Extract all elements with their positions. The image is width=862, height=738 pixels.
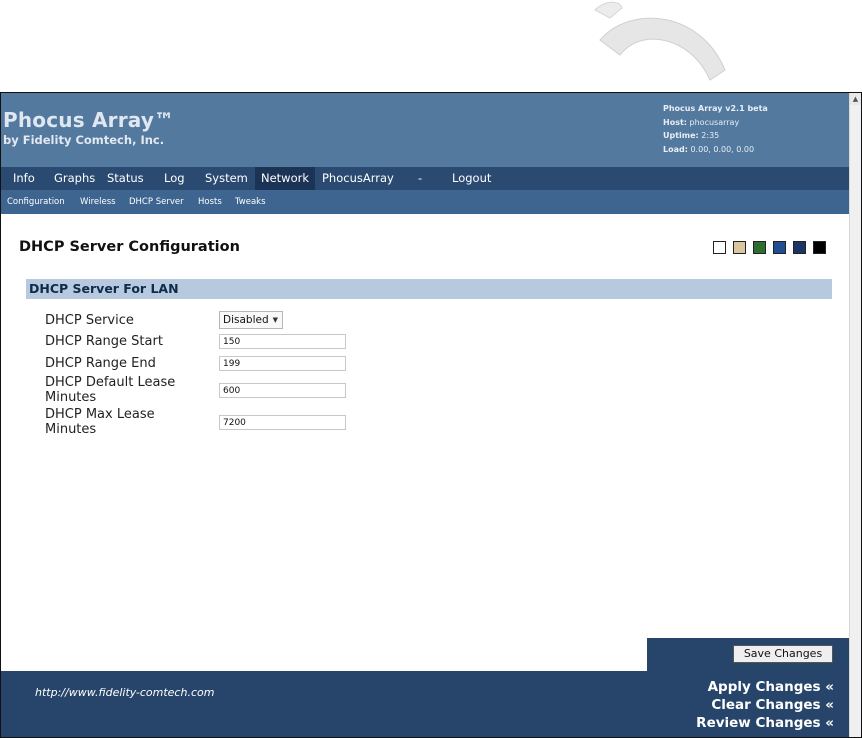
dhcp-service-label: DHCP Service	[45, 313, 134, 328]
theme-swatch-blue[interactable]	[773, 241, 786, 254]
brand-subtitle: by Fidelity Comtech, Inc.	[3, 133, 165, 147]
nav-separator: -	[418, 171, 423, 185]
save-changes-button[interactable]: Save Changes	[733, 645, 833, 663]
load-label: Load:	[663, 144, 688, 154]
version-text: Phocus Array v2.1 beta	[663, 104, 768, 113]
subnav-tweaks[interactable]: Tweaks	[235, 190, 266, 214]
default-lease-input[interactable]: 600	[219, 383, 346, 398]
scroll-up-arrow-icon[interactable]: ▲	[850, 93, 861, 105]
default-lease-label: DHCP Default Lease Minutes	[45, 375, 175, 405]
section-title: DHCP Server For LAN	[29, 281, 179, 296]
dhcp-service-select[interactable]: Disabled ▼	[219, 311, 283, 329]
theme-swatch-white[interactable]	[713, 241, 726, 254]
range-end-label: DHCP Range End	[45, 356, 156, 371]
nav-network[interactable]: Network	[255, 167, 316, 190]
load-value: 0.00, 0.00, 0.00	[690, 144, 755, 154]
max-lease-label-line1: DHCP Max Lease	[45, 407, 155, 422]
dhcp-service-value: Disabled	[223, 314, 269, 326]
top-nav: Info Graphs Status Log System Network Ph…	[1, 167, 850, 190]
default-lease-label-line1: DHCP Default Lease	[45, 375, 176, 390]
range-end-input[interactable]: 199	[219, 356, 346, 371]
nav-phocusarray[interactable]: PhocusArray	[322, 167, 394, 190]
uptime-label: Uptime:	[663, 131, 699, 140]
browser-window: Phocus Array™ by Fidelity Comtech, Inc. …	[0, 92, 862, 738]
nav-log[interactable]: Log	[164, 167, 185, 190]
host-label: Host:	[663, 117, 687, 127]
subnav-wireless[interactable]: Wireless	[80, 190, 116, 214]
nav-info[interactable]: Info	[13, 167, 35, 190]
theme-swatch-navy[interactable]	[793, 241, 806, 254]
system-info: Phocus Array v2.1 beta Host: phocusarray…	[663, 102, 768, 156]
footer: http://www.fidelity-comtech.com Apply Ch…	[1, 671, 850, 737]
range-start-input[interactable]: 150	[219, 334, 346, 349]
max-lease-input[interactable]: 7200	[219, 415, 346, 430]
vertical-scrollbar[interactable]: ▲	[849, 93, 861, 737]
theme-swatch-green[interactable]	[753, 241, 766, 254]
theme-swatch-tan[interactable]	[733, 241, 746, 254]
page-title: DHCP Server Configuration	[19, 239, 240, 255]
sub-nav: Configuration Wireless DHCP Server Hosts…	[1, 190, 850, 214]
watermark-graphic	[560, 0, 800, 95]
default-lease-label-line2: Minutes	[45, 390, 97, 405]
subnav-hosts[interactable]: Hosts	[198, 190, 222, 214]
max-lease-label: DHCP Max Lease Minutes	[45, 407, 155, 437]
nav-logout[interactable]: Logout	[452, 167, 491, 190]
subnav-dhcp-server[interactable]: DHCP Server	[129, 190, 184, 214]
subnav-configuration[interactable]: Configuration	[7, 190, 65, 214]
max-lease-label-line2: Minutes	[45, 422, 97, 437]
clear-changes-link[interactable]: Clear Changes «	[711, 697, 834, 713]
review-changes-link[interactable]: Review Changes «	[696, 715, 834, 731]
host-value: phocusarray	[689, 117, 740, 127]
brand-title: Phocus Array™	[3, 108, 175, 132]
save-bar: Save Changes	[647, 638, 850, 671]
footer-url[interactable]: http://www.fidelity-comtech.com	[35, 686, 214, 699]
uptime-value: 2:35	[701, 131, 720, 140]
nav-system[interactable]: System	[205, 167, 248, 190]
apply-changes-link[interactable]: Apply Changes «	[708, 679, 834, 695]
nav-status[interactable]: Status	[107, 167, 144, 190]
range-start-label: DHCP Range Start	[45, 334, 163, 349]
theme-swatch-black[interactable]	[813, 241, 826, 254]
section-header: DHCP Server For LAN	[26, 279, 832, 299]
chevron-down-icon: ▼	[272, 316, 278, 324]
header: Phocus Array™ by Fidelity Comtech, Inc. …	[1, 93, 850, 167]
nav-graphs[interactable]: Graphs	[54, 167, 95, 190]
